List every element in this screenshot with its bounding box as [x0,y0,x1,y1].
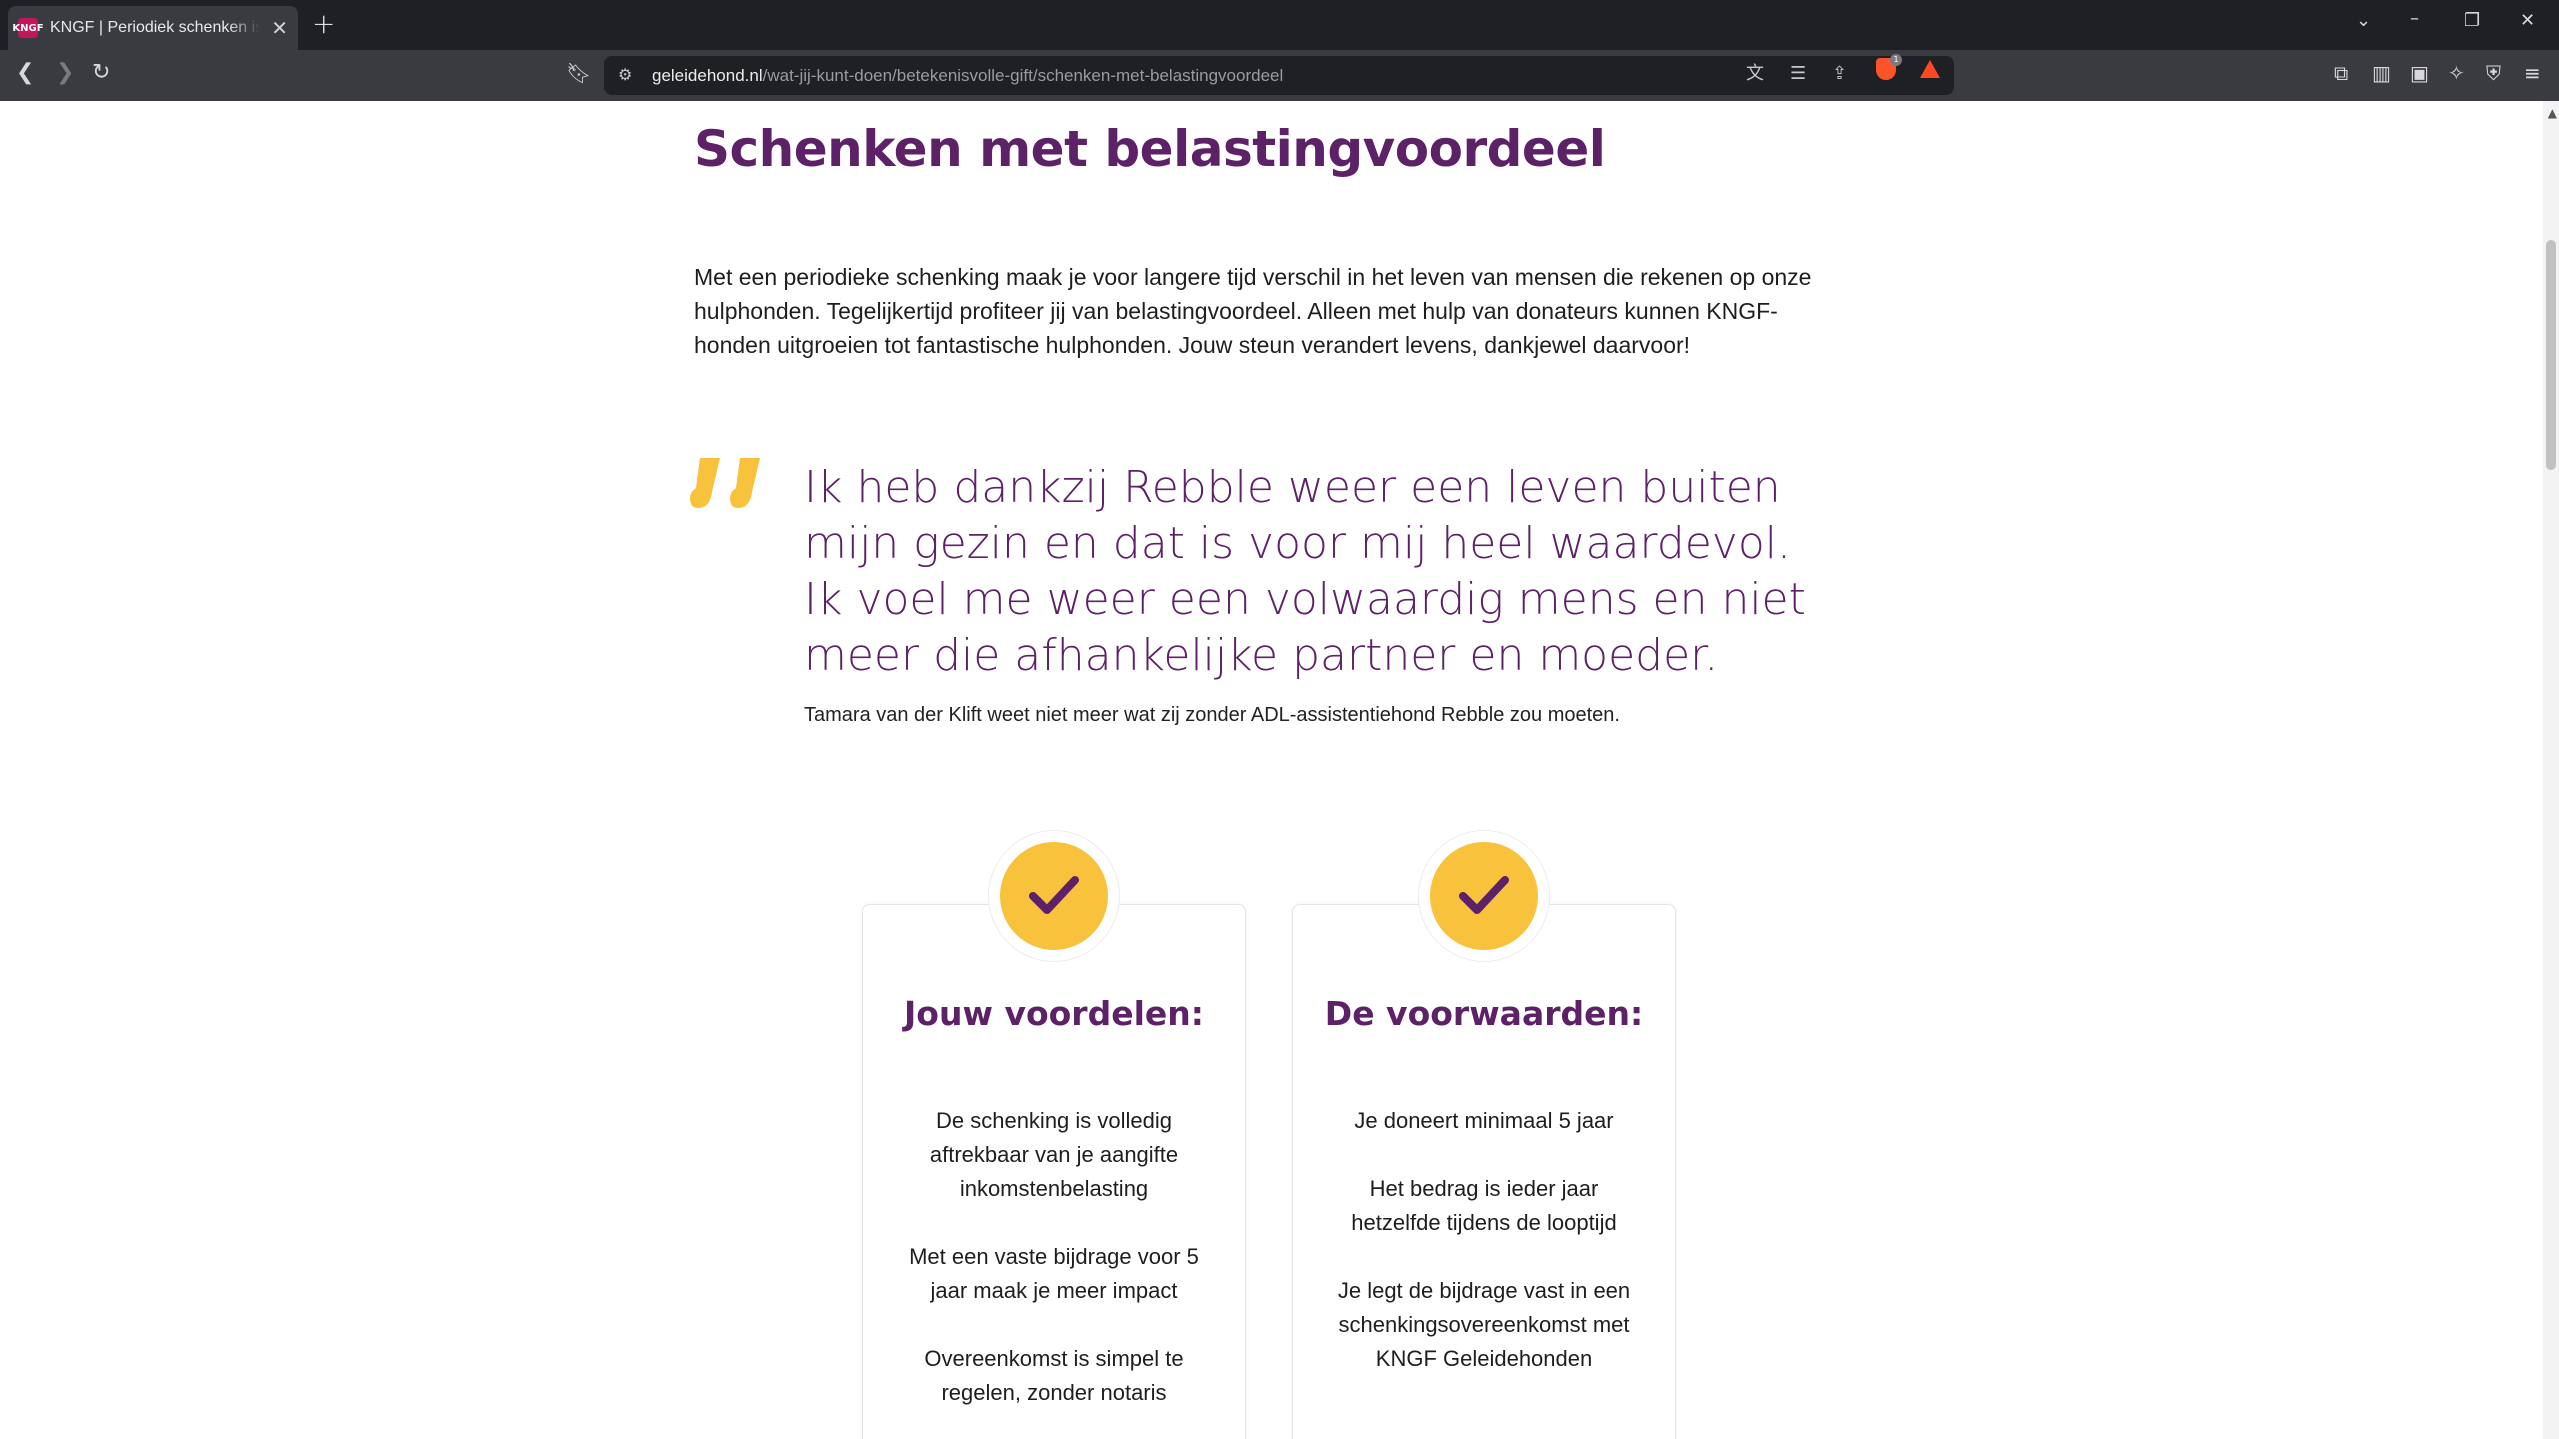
tab-title: KNGF | Periodiek schenken is al [50,19,260,36]
list-item: Het bedrag is ieder jaar hetzelfde tijde… [1351,1176,1617,1235]
checkmark-icon [1459,876,1509,914]
share-icon[interactable]: ⇪ [1832,65,1847,83]
list-item: Je legt de bijdrage vast in een schenkin… [1337,1278,1631,1371]
browser-tab-bar: KNGF KNGF | Periodiek schenken is al ✕ +… [0,0,2559,50]
list-item: De schenking is volledig aftrekbaar van … [929,1108,1179,1201]
reader-mode-icon[interactable]: ☰ [1790,65,1806,83]
scroll-up-arrow-icon[interactable]: ▲ [2548,106,2557,120]
url-domain: geleidehond.nl [652,66,763,85]
quote-mark-icon [690,458,760,508]
close-window-button[interactable]: ✕ [2520,12,2535,30]
browser-toolbar: ❮ ❯ ↻ 🔖︎ ⚙ geleidehond.nl/wat-jij-kunt-d… [0,50,2559,101]
checkmark-icon [1029,876,1079,914]
kngf-favicon-icon: KNGF [12,18,44,38]
sidebar-toggle-icon[interactable]: ▥ [2372,63,2391,83]
shields-count-badge: 1 [1890,54,1902,66]
benefits-check-badge [988,830,1120,962]
forward-button[interactable]: ❯ [56,62,74,84]
list-item: Met een vaste bijdrage voor 5 jaar maak … [909,1244,1199,1303]
conditions-card-title: De voorwaarden: [1324,994,1644,1033]
vpn-shield-icon[interactable]: ⛨ [2486,63,2501,83]
reload-button[interactable]: ↻ [92,62,110,84]
restore-window-button[interactable]: ❐ [2464,12,2480,30]
address-bar[interactable]: ⚙ geleidehond.nl/wat-jij-kunt-doen/betek… [604,56,1954,95]
site-settings-icon[interactable]: ⚙ [618,67,632,83]
translate-icon[interactable]: 文 [1746,65,1764,83]
url-text[interactable]: geleidehond.nl/wat-jij-kunt-doen/beteken… [652,66,1283,86]
tab-list-chevron-down-icon[interactable]: ⌄ [2356,12,2371,30]
list-item: Je doneert minimaal 5 jaar [1354,1108,1614,1133]
brave-rewards-icon[interactable] [1920,60,1940,78]
extensions-icon[interactable]: ⧉ [2334,63,2348,83]
new-tab-button[interactable]: + [312,10,335,38]
back-button[interactable]: ❮ [16,62,34,84]
url-path: /wat-jij-kunt-doen/betekenisvolle-gift/s… [762,66,1284,85]
testimonial-attribution: Tamara van der Klift weet niet meer wat … [804,704,1620,726]
conditions-check-badge [1418,830,1550,962]
benefits-card-title: Jouw voordelen: [904,994,1204,1033]
conditions-list: Je doneert minimaal 5 jaar Het bedrag is… [1292,1104,1676,1410]
leo-ai-icon[interactable]: ✧ [2448,63,2465,83]
intro-paragraph: Met een periodieke schenking maak je voo… [694,264,1812,358]
testimonial-quote: Ik heb dankzij Rebble weer een leven bui… [804,462,1806,681]
benefits-list: De schenking is volledig aftrekbaar van … [862,1104,1246,1439]
main-menu-icon[interactable]: ≡ [2524,63,2541,83]
scrollbar-thumb[interactable] [2546,240,2556,470]
wallet-icon[interactable]: ▣ [2410,63,2429,83]
minimize-window-button[interactable]: – [2410,10,2419,28]
tab-close-icon[interactable]: ✕ [271,18,288,38]
browser-tab-active[interactable]: KNGF KNGF | Periodiek schenken is al ✕ [8,6,298,50]
page-title: Schenken met belastingvoordeel [694,120,1606,178]
list-item: Overeenkomst is simpel te regelen, zonde… [924,1346,1184,1405]
bookmark-icon[interactable]: 🔖︎ [566,63,591,83]
